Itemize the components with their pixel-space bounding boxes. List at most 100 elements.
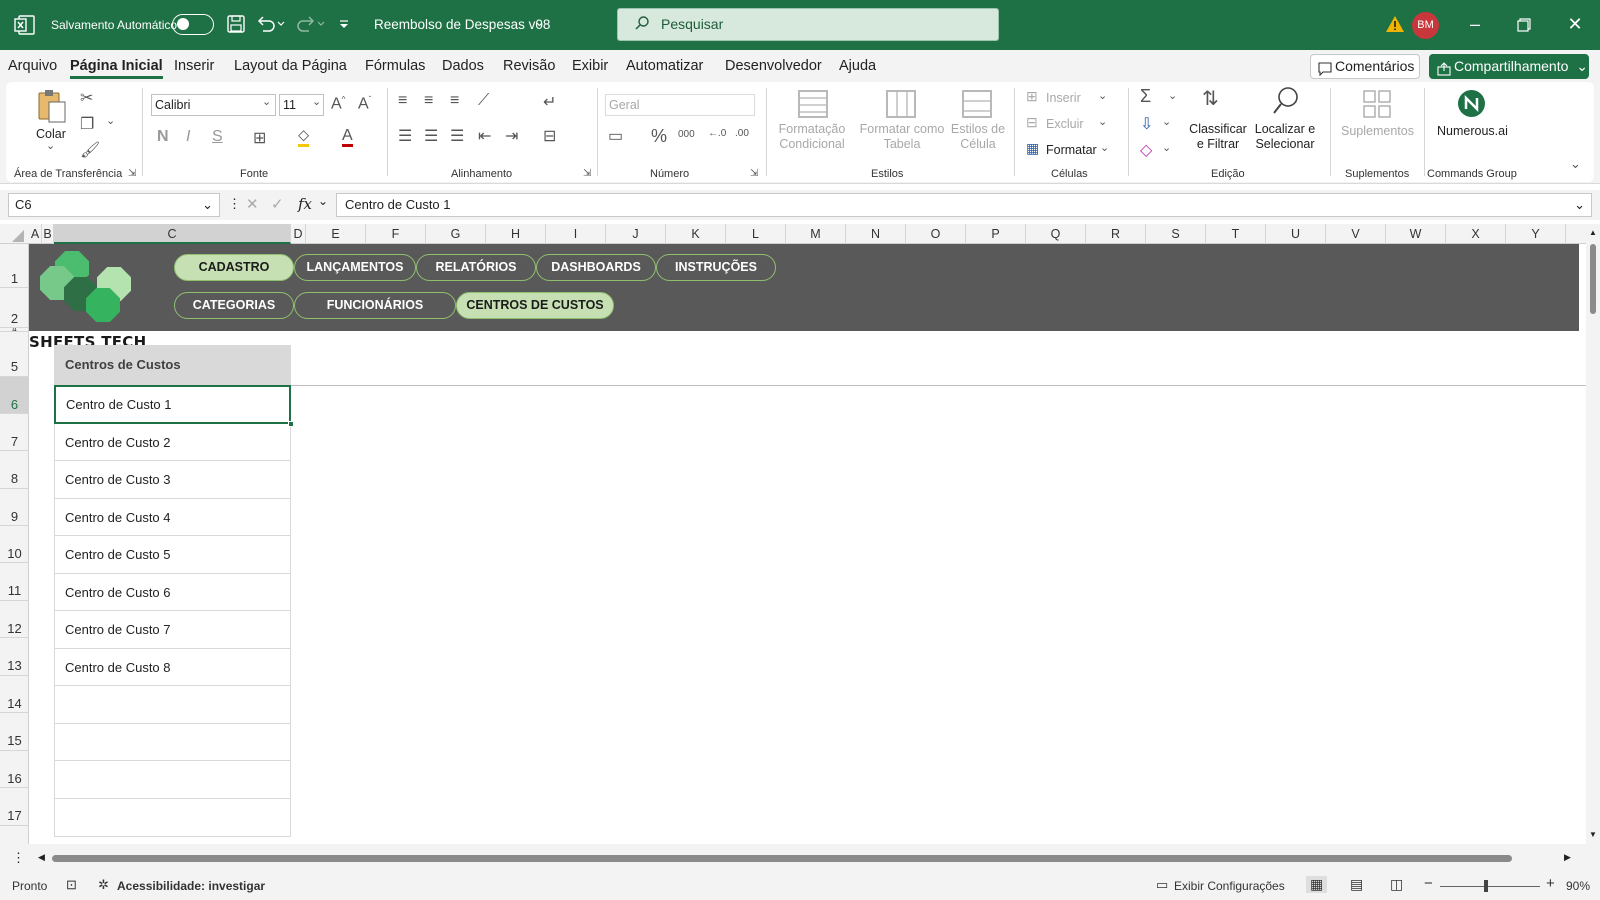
tab-layout[interactable]: Layout da Página xyxy=(234,58,347,74)
borders-icon[interactable]: ⊞ xyxy=(253,128,266,148)
tab-ajuda[interactable]: Ajuda xyxy=(839,58,876,74)
align-right-icon[interactable]: ☰ xyxy=(450,126,464,146)
column-header[interactable]: M xyxy=(786,224,846,244)
paste-icon[interactable] xyxy=(36,88,68,127)
decrease-indent-icon[interactable]: ⇤ xyxy=(478,126,491,146)
cancel-icon[interactable]: ✕ xyxy=(246,195,259,213)
accessibility-status[interactable]: Acessibilidade: investigar xyxy=(117,879,265,893)
chevron-down-icon[interactable]: ⌄ xyxy=(46,139,55,152)
table-row[interactable] xyxy=(54,761,291,799)
close-icon[interactable]: ✕ xyxy=(1562,12,1588,38)
zoom-level[interactable]: 90% xyxy=(1566,879,1590,893)
row-header-selected[interactable]: 6 xyxy=(0,377,29,414)
column-header[interactable]: E xyxy=(306,224,366,244)
scroll-left-icon[interactable]: ◀ xyxy=(38,852,45,863)
row-header[interactable]: 1 xyxy=(0,244,29,288)
dialog-launcher-icon[interactable]: ⇲ xyxy=(583,168,591,179)
table-row[interactable]: Centro de Custo 2 xyxy=(54,424,291,461)
font-color-icon[interactable]: A xyxy=(342,128,353,147)
conditional-format-label[interactable]: Formatação Condicional xyxy=(772,122,852,152)
tab-dados[interactable]: Dados xyxy=(442,58,484,74)
number-format-select[interactable]: Geral xyxy=(605,94,755,116)
column-header[interactable]: H xyxy=(486,224,546,244)
column-header[interactable]: T xyxy=(1206,224,1266,244)
chevron-down-icon[interactable]: ⌄ xyxy=(1162,141,1171,154)
delete-cells-icon[interactable]: ⊟ xyxy=(1026,114,1038,131)
row-header[interactable]: 13 xyxy=(0,638,29,676)
insert-function-icon[interactable]: fx xyxy=(298,195,312,213)
row-header[interactable]: 7 xyxy=(0,414,29,451)
page-layout-icon[interactable]: ▤ xyxy=(1350,876,1363,893)
row-header[interactable]: 2 xyxy=(0,288,29,328)
dialog-launcher-icon[interactable]: ⇲ xyxy=(750,168,758,179)
column-header[interactable]: J xyxy=(606,224,666,244)
decrease-decimal-icon[interactable]: .00 xyxy=(735,128,749,139)
row-header[interactable]: 11 xyxy=(0,563,29,601)
column-header[interactable]: D xyxy=(291,224,306,244)
macro-record-icon[interactable]: ⊡ xyxy=(66,877,77,893)
row-header[interactable]: 15 xyxy=(0,713,29,751)
format-table-icon[interactable] xyxy=(886,90,916,118)
format-table-label[interactable]: Formatar como Tabela xyxy=(857,122,947,152)
clear-icon[interactable]: ◇ xyxy=(1140,140,1152,160)
tab-revisao[interactable]: Revisão xyxy=(503,58,555,74)
table-row[interactable] xyxy=(54,686,291,724)
name-box[interactable]: C6 ⌄ xyxy=(8,193,220,217)
display-settings-label[interactable]: Exibir Configurações xyxy=(1174,879,1285,893)
column-header[interactable]: W xyxy=(1386,224,1446,244)
wrap-text-icon[interactable]: ↵ xyxy=(543,92,556,112)
autosum-icon[interactable]: Σ xyxy=(1140,86,1151,107)
collapse-ribbon-icon[interactable]: ⌄ xyxy=(1570,156,1581,172)
align-center-icon[interactable]: ☰ xyxy=(424,126,438,146)
table-row[interactable]: Centro de Custo 5 xyxy=(54,536,291,574)
increase-indent-icon[interactable]: ⇥ xyxy=(505,126,518,146)
addins-icon[interactable] xyxy=(1362,89,1392,122)
numerous-ai-label[interactable]: Numerous.ai xyxy=(1437,124,1508,139)
avatar[interactable]: BM xyxy=(1412,12,1439,39)
cell-styles-label[interactable]: Estilos de Célula xyxy=(947,122,1009,152)
align-left-icon[interactable]: ☰ xyxy=(398,126,412,146)
chevron-down-icon[interactable]: ⌄ xyxy=(1162,115,1171,128)
format-painter-icon[interactable]: 🖌 xyxy=(80,140,100,160)
zoom-out-icon[interactable]: − xyxy=(1424,875,1433,892)
sort-filter-label[interactable]: Classificar e Filtrar xyxy=(1186,122,1250,152)
row-header[interactable]: 9 xyxy=(0,489,29,526)
tab-automatizar[interactable]: Automatizar xyxy=(626,58,703,74)
chevron-down-icon[interactable]: ⌄ xyxy=(1098,89,1107,102)
undo-icon[interactable] xyxy=(256,13,286,36)
chevron-down-icon[interactable]: ⌄ xyxy=(262,95,271,108)
insert-cells-icon[interactable]: ⊞ xyxy=(1026,88,1038,105)
align-middle-icon[interactable]: ≡ xyxy=(424,92,433,110)
tab-formulas[interactable]: Fórmulas xyxy=(365,58,425,74)
tab-arquivo[interactable]: Arquivo xyxy=(8,58,57,74)
nav-funcionarios-button[interactable]: FUNCIONÁRIOS xyxy=(294,292,456,319)
normal-view-icon[interactable]: ▦ xyxy=(1306,876,1328,893)
select-all-corner[interactable] xyxy=(12,230,24,242)
share-button[interactable]: Compartilhamento ⌄ xyxy=(1429,54,1589,79)
find-select-icon[interactable] xyxy=(1272,86,1300,121)
table-row[interactable]: Centro de Custo 1 xyxy=(54,385,291,424)
row-header[interactable]: 10 xyxy=(0,526,29,563)
save-icon[interactable] xyxy=(226,14,246,37)
cut-icon[interactable]: ✂ xyxy=(80,88,93,108)
chevron-down-icon[interactable]: ⌄ xyxy=(106,114,115,127)
nav-relatorios-button[interactable]: RELATÓRIOS xyxy=(416,254,536,281)
nav-centros-de-custos-button[interactable]: CENTROS DE CUSTOS xyxy=(456,292,614,319)
column-header[interactable]: R xyxy=(1086,224,1146,244)
conditional-format-icon[interactable] xyxy=(798,90,828,118)
column-header-selected[interactable]: C xyxy=(54,224,291,244)
chevron-down-icon[interactable]: ⌄ xyxy=(318,194,328,208)
accessibility-icon[interactable]: ✲ xyxy=(98,877,109,893)
row-header[interactable]: 5 xyxy=(0,332,29,377)
chevron-down-icon[interactable]: ⌄ xyxy=(202,194,213,216)
warning-icon[interactable] xyxy=(1385,14,1405,37)
row-header[interactable]: 16 xyxy=(0,751,29,788)
nav-dashboards-button[interactable]: DASHBOARDS xyxy=(536,254,656,281)
insert-cells-label[interactable]: Inserir xyxy=(1046,91,1081,106)
customize-toolbar-icon[interactable] xyxy=(338,18,350,33)
column-header[interactable]: Q xyxy=(1026,224,1086,244)
format-cells-label[interactable]: Formatar xyxy=(1046,143,1097,158)
zoom-in-icon[interactable]: + xyxy=(1546,875,1555,892)
row-header[interactable]: 14 xyxy=(0,676,29,713)
search-input[interactable]: Pesquisar xyxy=(617,8,999,41)
